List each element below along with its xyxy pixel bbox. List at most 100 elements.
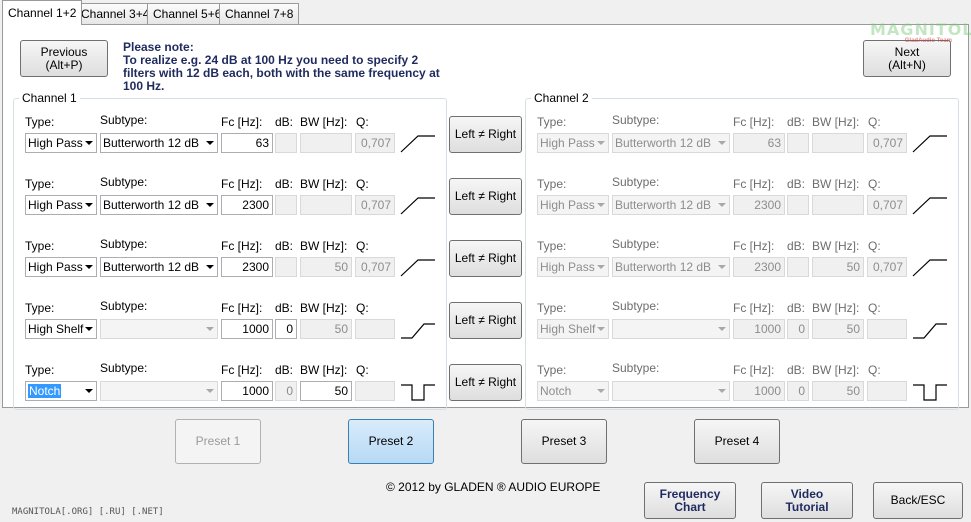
channel1-row5-q-input[interactable] <box>355 381 395 401</box>
channel1-row5-filter-shape-icon <box>401 384 435 401</box>
channel2-row3-fc-input[interactable]: 2300 <box>733 257 785 277</box>
preset-2-button[interactable]: Preset 2 <box>348 419 434 464</box>
channel2-row4-subtype-select[interactable] <box>612 319 730 339</box>
channel2-row2-bw-input[interactable] <box>812 195 864 215</box>
channel1-row3-bw-input[interactable]: 50 <box>300 257 352 277</box>
tab-channel-1-2[interactable]: Channel 1+2 <box>2 0 83 25</box>
channel2-row5-bw-label: BW [Hz]: <box>812 363 860 377</box>
channel1-row2-q-input[interactable]: 0,707 <box>355 195 395 215</box>
channel1-row3-type-select[interactable]: High Pass <box>25 257 97 277</box>
channel1-row5-subtype-select[interactable] <box>100 381 218 401</box>
channel1-row1-type-select[interactable]: High Pass <box>25 133 97 153</box>
channel2-row2-q-input[interactable]: 0,707 <box>867 195 907 215</box>
chevron-down-icon <box>718 327 726 331</box>
left-right-link-button-3[interactable]: Left ≠ Right <box>449 240 522 277</box>
channel1-row4-type-select[interactable]: High Shelf <box>25 319 97 339</box>
tab-channel-3-4[interactable]: Channel 3+4 <box>75 3 156 24</box>
left-right-link-button-4[interactable]: Left ≠ Right <box>449 302 522 339</box>
channel2-row5-fc-label: Fc [Hz]: <box>733 363 775 377</box>
channel2-row3-bw-input[interactable]: 50 <box>812 257 864 277</box>
channel1-row3-fc-input[interactable]: 2300 <box>221 257 273 277</box>
channel2-row2-fc-label: Fc [Hz]: <box>733 177 775 191</box>
channel2-row1-db-input[interactable] <box>787 133 809 153</box>
preset-3-button[interactable]: Preset 3 <box>521 419 607 464</box>
video-tutorial-button[interactable]: Video Tutorial <box>761 482 853 519</box>
channel2-row1-q-input[interactable]: 0,707 <box>867 133 907 153</box>
channel2-row3-type-select[interactable]: High Pass <box>537 257 609 277</box>
channel2-row3-q-input[interactable]: 0,707 <box>867 257 907 277</box>
channel1-row5-db-input[interactable]: 0 <box>275 381 297 401</box>
channel2-row1-bw-input[interactable] <box>812 133 864 153</box>
channel1-row1-subtype-select[interactable]: Butterworth 12 dB <box>100 133 218 153</box>
channel2-row2-type-select[interactable]: High Pass <box>537 195 609 215</box>
previous-button[interactable]: Previous (Alt+P) <box>20 40 108 77</box>
channel1-row4-fc-label: Fc [Hz]: <box>221 301 263 315</box>
channel2-row2-db-input[interactable] <box>787 195 809 215</box>
channel2-row1-filter-shape-icon <box>912 135 947 153</box>
channel2-row4-subtype-label: Subtype: <box>612 299 660 313</box>
channel2-row5-filter-shape-icon <box>913 384 947 401</box>
chevron-down-icon <box>597 265 605 269</box>
channel2-row5-type-select[interactable]: Notch <box>537 381 609 401</box>
left-right-link-button-2[interactable]: Left ≠ Right <box>449 178 522 215</box>
frequency-chart-button[interactable]: Frequency Chart <box>644 482 736 519</box>
tab-channel-5-6[interactable]: Channel 5+6 <box>147 3 228 24</box>
channel1-row1-fc-input[interactable]: 63 <box>221 133 273 153</box>
tab-channel-7-8[interactable]: Channel 7+8 <box>219 3 300 24</box>
channel2-row5-subtype-select[interactable] <box>612 381 730 401</box>
channel1-row2-subtype-select[interactable]: Butterworth 12 dB <box>100 195 218 215</box>
channel2-row1-type-select[interactable]: High Pass <box>537 133 609 153</box>
channel2-row1-fc-label: Fc [Hz]: <box>733 115 775 129</box>
channel2-row5-fc-input[interactable]: 1000 <box>733 381 785 401</box>
channel1-row2-type-select[interactable]: High Pass <box>25 195 97 215</box>
channel2-row4-q-input[interactable] <box>867 319 907 339</box>
channel1-row2-db-input[interactable] <box>275 195 297 215</box>
channel1-row3-subtype-label: Subtype: <box>100 237 148 251</box>
previous-label: Previous <box>40 44 88 59</box>
channel2-row1-subtype-select[interactable]: Butterworth 12 dB <box>612 133 730 153</box>
channel1-row1-bw-input[interactable] <box>300 133 352 153</box>
channel2-row1-fc-input[interactable]: 63 <box>733 133 785 153</box>
channel2-row4-fc-input[interactable]: 1000 <box>733 319 785 339</box>
channel1-row4-subtype-select[interactable] <box>100 319 218 339</box>
chevron-down-icon <box>85 141 93 145</box>
left-right-link-button-1[interactable]: Left ≠ Right <box>449 116 522 153</box>
channel2-row4-type-select[interactable]: High Shelf <box>537 319 609 339</box>
channel1-row5-fc-input[interactable]: 1000 <box>221 381 273 401</box>
channel1-row1-q-input[interactable]: 0,707 <box>355 133 395 153</box>
channel1-row4-fc-input[interactable]: 1000 <box>221 319 273 339</box>
channel1-row1-db-input[interactable] <box>275 133 297 153</box>
channel1-row5-type-select[interactable]: Notch <box>25 381 97 401</box>
chevron-down-icon <box>597 327 605 331</box>
channel2-row2-subtype-select[interactable]: Butterworth 12 dB <box>612 195 730 215</box>
channel1-row3-q-input[interactable]: 0,707 <box>355 257 395 277</box>
channel2-row4-type-label: Type: <box>537 301 567 315</box>
channel2-row5-bw-input[interactable]: 50 <box>812 381 864 401</box>
channel1-row1-q-label: Q: <box>356 115 369 129</box>
channel2-row2-subtype-label: Subtype: <box>612 175 660 189</box>
channel2-row3-q-label: Q: <box>868 239 881 253</box>
preset-1-button[interactable]: Preset 1 <box>175 419 261 464</box>
channel2-row3-db-input[interactable] <box>787 257 809 277</box>
chevron-down-icon <box>206 203 214 207</box>
copyright-text: © 2012 by GLADEN ® AUDIO EUROPE <box>386 480 601 494</box>
channel1-row4-q-input[interactable] <box>355 319 395 339</box>
preset-4-button[interactable]: Preset 4 <box>694 419 780 464</box>
channel1-row5-bw-input[interactable]: 50 <box>300 381 352 401</box>
channel1-row2-bw-input[interactable] <box>300 195 352 215</box>
left-right-link-button-5[interactable]: Left ≠ Right <box>449 364 522 401</box>
channel2-row4-db-input[interactable]: 0 <box>787 319 809 339</box>
back-esc-button[interactable]: Back/ESC <box>873 482 963 519</box>
channel2-row3-subtype-select[interactable]: Butterworth 12 dB <box>612 257 730 277</box>
channel2-row5-db-input[interactable]: 0 <box>787 381 809 401</box>
channel1-row2-type-label: Type: <box>25 177 55 191</box>
channel1-row4-db-input[interactable]: 0 <box>275 319 297 339</box>
channel2-row4-bw-input[interactable]: 50 <box>812 319 864 339</box>
channel2-row2-fc-input[interactable]: 2300 <box>733 195 785 215</box>
channel2-row5-q-input[interactable] <box>867 381 907 401</box>
channel2-row5-db-label: dB: <box>787 363 806 377</box>
channel1-row3-subtype-select[interactable]: Butterworth 12 dB <box>100 257 218 277</box>
channel1-row2-fc-input[interactable]: 2300 <box>221 195 273 215</box>
channel1-row4-bw-input[interactable]: 50 <box>300 319 352 339</box>
channel1-row3-db-input[interactable] <box>275 257 297 277</box>
